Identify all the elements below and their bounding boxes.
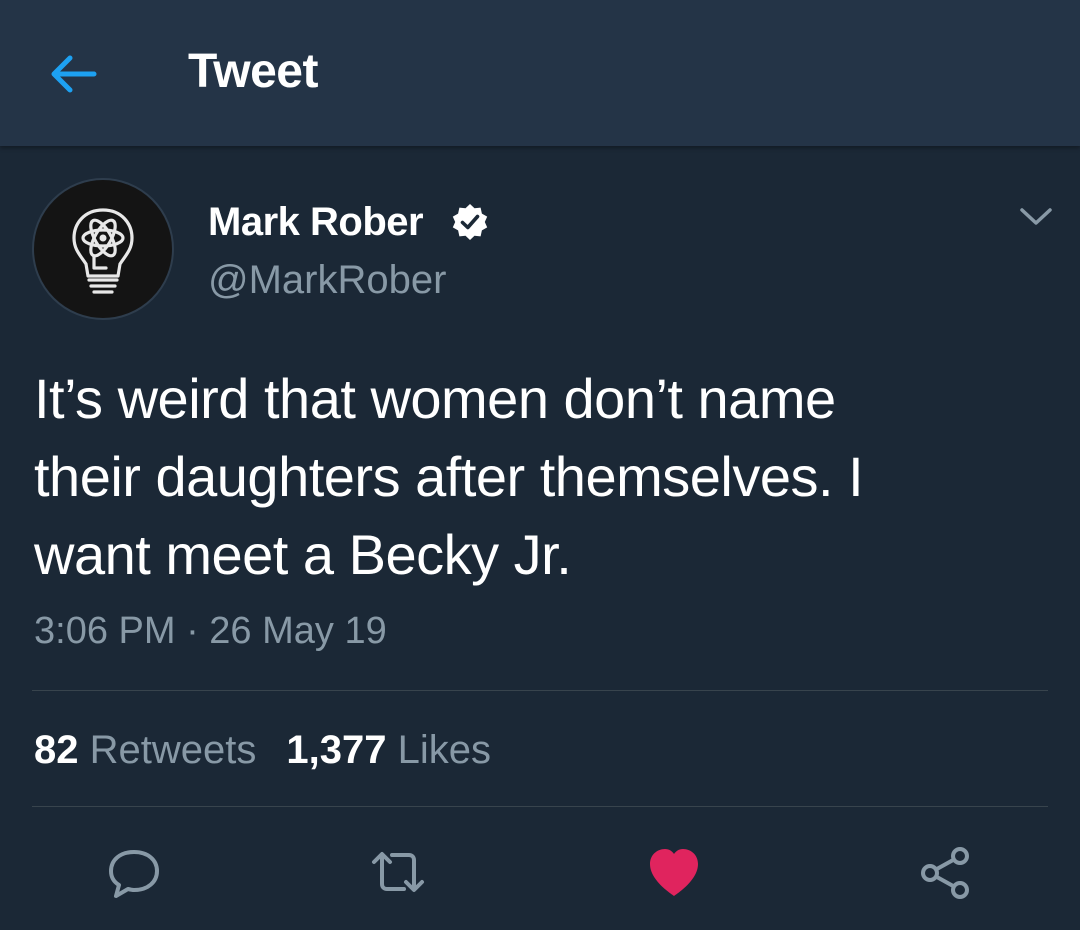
tweet-text: It’s weird that women don’t name their d… — [34, 360, 1044, 594]
chevron-down-icon — [1020, 208, 1052, 225]
page-title: Tweet — [188, 45, 318, 98]
share-nodes-icon — [921, 847, 969, 899]
tweet-text-line: want meet a Becky Jr. — [34, 523, 572, 586]
atom-lightbulb-logo — [72, 208, 134, 294]
heart-icon — [650, 849, 698, 896]
tweet-timestamp[interactable]: 3:06 PM · 26 May 19 — [34, 608, 387, 654]
tweet-stats: 82 Retweets 1,377 Likes — [34, 726, 491, 774]
retweets-count: 82 — [34, 728, 79, 772]
likes-stat[interactable]: 1,377 Likes — [286, 728, 491, 772]
arrow-left-icon — [51, 55, 97, 93]
like-button[interactable] — [642, 840, 706, 904]
retweets-stat[interactable]: 82 Retweets — [34, 728, 256, 772]
retweet-arrows-icon — [372, 852, 424, 892]
avatar[interactable] — [32, 178, 174, 320]
likes-label: Likes — [397, 728, 491, 772]
speech-bubble-icon — [109, 850, 159, 898]
top-bar: Tweet — [0, 0, 1080, 146]
likes-count: 1,377 — [286, 728, 387, 772]
back-button[interactable] — [44, 46, 104, 102]
divider — [32, 690, 1048, 691]
author-handle[interactable]: @MarkRober — [208, 256, 446, 304]
retweets-label: Retweets — [89, 728, 257, 772]
tweet-options-button[interactable] — [1016, 200, 1056, 232]
author-display-name[interactable]: Mark Rober — [208, 198, 424, 246]
retweet-button[interactable] — [366, 840, 430, 904]
share-button[interactable] — [914, 840, 978, 904]
divider — [32, 806, 1048, 807]
reply-button[interactable] — [102, 840, 166, 904]
tweet-text-line: It’s weird that women don’t name — [34, 367, 836, 430]
verified-badge-icon — [452, 204, 488, 240]
tweet-text-line: their daughters after themselves. I — [34, 445, 864, 508]
